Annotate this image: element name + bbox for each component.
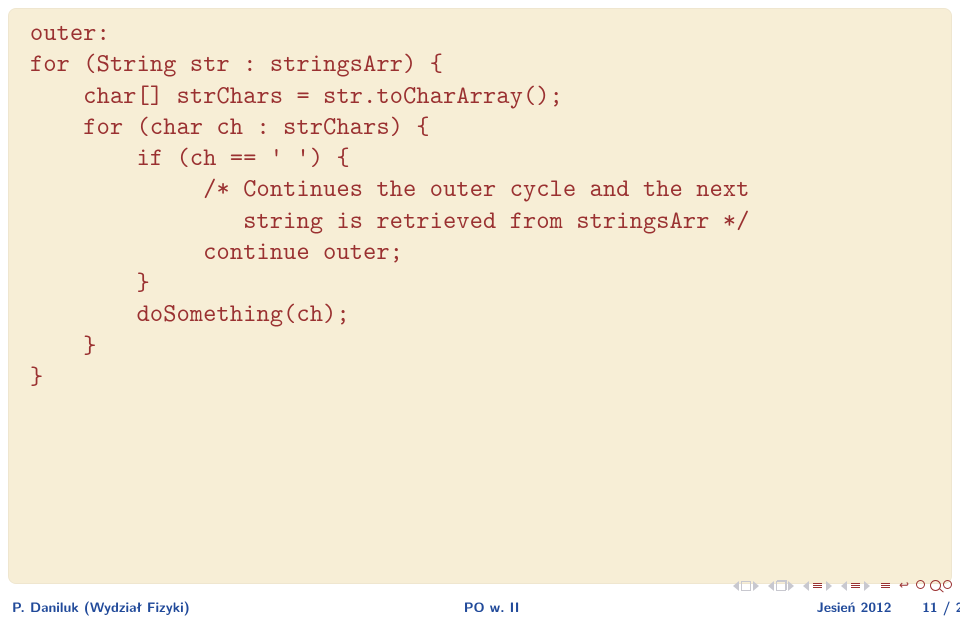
code-line: } xyxy=(30,359,43,392)
circle-icon[interactable] xyxy=(916,580,925,589)
code-line: for (String str : stringsArr) { xyxy=(30,46,443,79)
code-block: outer: for (String str : stringsArr) { c… xyxy=(8,8,952,584)
code-line: if (ch == ' ') { xyxy=(30,140,350,173)
code-content: outer: for (String str : stringsArr) { c… xyxy=(30,16,930,391)
footer-date: Jesień 2012 xyxy=(817,597,892,617)
nav-frame-group[interactable] xyxy=(768,581,794,591)
beamer-nav-icons: ↩ xyxy=(733,578,952,593)
appendix-lines-icon xyxy=(881,583,890,588)
code-line: for (char ch : strChars) { xyxy=(30,109,430,142)
footer-title: PO w. II xyxy=(332,597,652,617)
slide-footer: P. Daniluk (Wydział Fizyki) PO w. II Jes… xyxy=(0,594,960,619)
footer-right: Jesień 2012 11 / 28 xyxy=(651,597,960,617)
nav-section-group[interactable] xyxy=(803,581,832,591)
code-line: continue outer; xyxy=(30,234,403,267)
nav-slide-group[interactable] xyxy=(733,581,759,591)
prev-subsection-icon[interactable] xyxy=(841,581,847,591)
code-line: } xyxy=(30,328,97,361)
prev-section-icon[interactable] xyxy=(803,581,809,591)
search-icon[interactable] xyxy=(930,580,941,591)
next-section-icon[interactable] xyxy=(826,581,832,591)
code-line: outer: xyxy=(30,15,110,48)
code-line: doSomething(ch); xyxy=(30,296,350,329)
next-subsection-icon[interactable] xyxy=(864,581,870,591)
footer-page: 11 / 28 xyxy=(922,597,960,617)
code-line: } xyxy=(30,265,150,298)
next-frame-icon[interactable] xyxy=(788,581,794,591)
back-arrow-icon[interactable]: ↩ xyxy=(899,578,909,593)
prev-frame-icon[interactable] xyxy=(768,581,774,591)
code-line: char[] strChars = str.toCharArray(); xyxy=(30,78,563,111)
next-slide-icon[interactable] xyxy=(753,581,759,591)
circle-icon[interactable] xyxy=(943,580,952,589)
slide-icon xyxy=(741,581,751,591)
footer-author: P. Daniluk (Wydział Fizyki) xyxy=(0,597,332,617)
section-lines-icon xyxy=(813,583,822,588)
circle-nav-group[interactable] xyxy=(916,580,952,591)
nav-subsection-group[interactable] xyxy=(841,581,870,591)
subsection-lines-icon xyxy=(851,583,860,588)
prev-slide-icon[interactable] xyxy=(733,581,739,591)
frame-icon xyxy=(776,581,786,591)
code-line: string is retrieved from stringsArr */ xyxy=(30,203,750,236)
code-line: /* Continues the outer cycle and the nex… xyxy=(30,171,750,204)
